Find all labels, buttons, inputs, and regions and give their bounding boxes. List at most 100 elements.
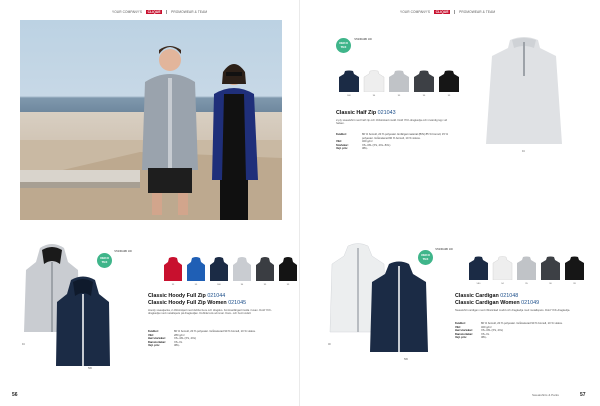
oeko-tex-badge-label: OEKO TEX: [421, 253, 430, 261]
swatch-black[interactable]: 99: [564, 256, 585, 285]
swatch-code: 99: [573, 283, 576, 285]
page-number-left: 56: [12, 392, 18, 398]
swatch-code: 35: [171, 284, 175, 286]
hoody-navy-image: [56, 276, 110, 366]
half-zip-description: 2-ply sweatshirt med half zip och ribbst…: [336, 119, 447, 126]
hoody-specs: Kvalitet: 80 % bomull, 20 % polyester. Gr…: [148, 330, 278, 348]
swatch-code: 95: [397, 95, 401, 97]
hoody-grey-code: 94: [22, 343, 25, 346]
hoody-title: Classic Hoody Full Zip 021044: [148, 293, 225, 300]
swatch-code: 580: [347, 95, 351, 97]
swatch-code: 94: [372, 95, 376, 97]
half-zip-title: Classic Half Zip 021043: [336, 110, 396, 117]
spec-key: Vejl. pris:: [336, 147, 348, 151]
spec-value: 384,-: [362, 147, 369, 151]
cardigan-name: Classic Cardigan: [455, 293, 499, 299]
swatch-code: 99: [286, 284, 290, 286]
hoody-women-code: 021045: [228, 300, 247, 306]
oeko-tex-badge-label: OEKO TEX: [100, 256, 109, 264]
swatch-navy[interactable]: 580: [338, 70, 360, 97]
oeko-tex-badge-main: OEKO TEX: [336, 38, 351, 53]
left-page: YOUR COMPANY'S CLIQUE PROMOWEAR & TEAM 9…: [0, 0, 300, 406]
header-company-text: YOUR COMPANY'S: [112, 10, 143, 14]
brand-logo: CLIQUE: [146, 10, 163, 14]
oeko-tex-badge-label: OEKO TEX: [339, 41, 348, 49]
spec-value: 80 % bomull, 20 % polyester. Enfärgat ma…: [362, 133, 449, 140]
cardigan-title: Classic Cardigan 021048: [455, 293, 518, 300]
spec-value: 384,-: [174, 344, 181, 348]
oeko-tex-cert-text: STANDARD 100: [114, 250, 132, 253]
spec-key: Vejl. pris:: [455, 336, 467, 340]
half-zip-name: Classic Half Zip: [336, 110, 377, 116]
swatch-code: 96: [422, 95, 426, 97]
swatch-navy[interactable]: 580: [209, 257, 229, 286]
spec-key: Vejl. pris:: [148, 344, 160, 348]
swatch-code: 55: [194, 284, 198, 286]
swatch-code: 99: [447, 95, 451, 97]
hoody-description: Hoody sweatjacka, 2-ribbstickad med dubb…: [148, 309, 272, 316]
spec-value: 384,-: [481, 336, 488, 340]
cardigan-white-code: 00: [328, 343, 331, 346]
cardigan-swatches: 580 94 95 96 99: [468, 256, 585, 285]
spec-row: Kvalitet: 80 % bomull, 20 % polyester. En…: [336, 133, 456, 140]
brand-logo: CLIQUE: [434, 10, 451, 14]
page-number-right: 57: [580, 392, 586, 398]
running-header-right: YOUR COMPANY'S CLIQUE PROMOWEAR & TEAM: [400, 10, 495, 14]
header-tagline: PROMOWEAR & TEAM: [459, 10, 496, 14]
photo-illustration: [20, 46, 282, 220]
swatch-navy[interactable]: 580: [468, 256, 489, 285]
header-company-text: YOUR COMPANY'S: [400, 10, 431, 14]
swatch-code: 95: [525, 283, 528, 285]
spec-row: Vejl. pris: 384,-: [455, 336, 585, 340]
cardigan-specs: Kvalitet: 80 % bomull, 20 % polyester. Gr…: [455, 322, 585, 340]
header-tagline: PROMOWEAR & TEAM: [171, 10, 208, 14]
swatch-red[interactable]: 35: [163, 257, 183, 286]
hoody-swatches: 35 55 580 94 95 99: [163, 257, 298, 286]
half-zip-swatches: 580 94 95 96 99: [338, 70, 460, 97]
cardigan-women-code: 021049: [521, 300, 540, 306]
cardigan-description: Sweatshirt cardigan med ribbstickad mudd…: [455, 309, 571, 312]
half-zip-image: [486, 37, 562, 144]
half-zip-specs: Kvalitet: 80 % bomull, 20 % polyester. En…: [336, 133, 456, 151]
swatch-grey[interactable]: 95: [516, 256, 537, 285]
hoody-women-name: Classic Hoody Full Zip Women: [148, 300, 227, 306]
swatch-anthracite[interactable]: 96: [413, 70, 435, 97]
swatch-code: 96: [549, 283, 552, 285]
swatch-white[interactable]: 94: [492, 256, 513, 285]
swatch-code: 95: [263, 284, 267, 286]
swatch-anthracite[interactable]: 96: [540, 256, 561, 285]
swatch-black[interactable]: 99: [438, 70, 460, 97]
swatch-code: 580: [217, 284, 221, 286]
hoody-code: 021044: [207, 293, 226, 299]
hoody-navy-code: 580: [88, 367, 92, 370]
swatch-royal[interactable]: 55: [186, 257, 206, 286]
cardigan-code: 021048: [500, 293, 519, 299]
swatch-code: 580: [476, 283, 481, 285]
footer-section-name: Sweatshirts & Parks: [532, 393, 559, 397]
half-zip-code: 021043: [377, 110, 396, 116]
oeko-tex-badge-left: OEKO TEX: [97, 253, 112, 268]
hoody-name: Classic Hoody Full Zip: [148, 293, 206, 299]
header-divider: [454, 10, 456, 14]
lifestyle-photo: [20, 20, 282, 220]
swatch-anthracite[interactable]: 95: [255, 257, 275, 286]
oeko-tex-cert-text: STANDARD 100: [435, 248, 453, 251]
swatch-code: 94: [240, 284, 244, 286]
oeko-tex-badge-right: OEKO TEX: [418, 250, 433, 265]
swatch-black[interactable]: 99: [278, 257, 298, 286]
spec-row: Vejl. pris: 384,-: [336, 147, 456, 151]
spec-row: Vejl. pris: 384,-: [148, 344, 278, 348]
running-header-left: YOUR COMPANY'S CLIQUE PROMOWEAR & TEAM: [112, 10, 207, 14]
half-zip-hero-code: 94: [522, 150, 525, 153]
cardigan-women-name: Classic Cardigan Women: [455, 300, 520, 306]
cardigan-women-title: Classic Cardigan Women 021049: [455, 300, 539, 307]
oeko-tex-cert-text: STANDARD 100: [354, 38, 372, 41]
swatch-white[interactable]: 94: [363, 70, 385, 97]
hoody-women-title: Classic Hoody Full Zip Women 021045: [148, 300, 246, 307]
swatch-code: 94: [501, 283, 504, 285]
swatch-grey[interactable]: 94: [232, 257, 252, 286]
swatch-grey[interactable]: 95: [388, 70, 410, 97]
cardigan-navy-image: [370, 261, 428, 352]
header-divider: [166, 10, 168, 14]
cardigan-navy-code: 580: [404, 358, 408, 361]
